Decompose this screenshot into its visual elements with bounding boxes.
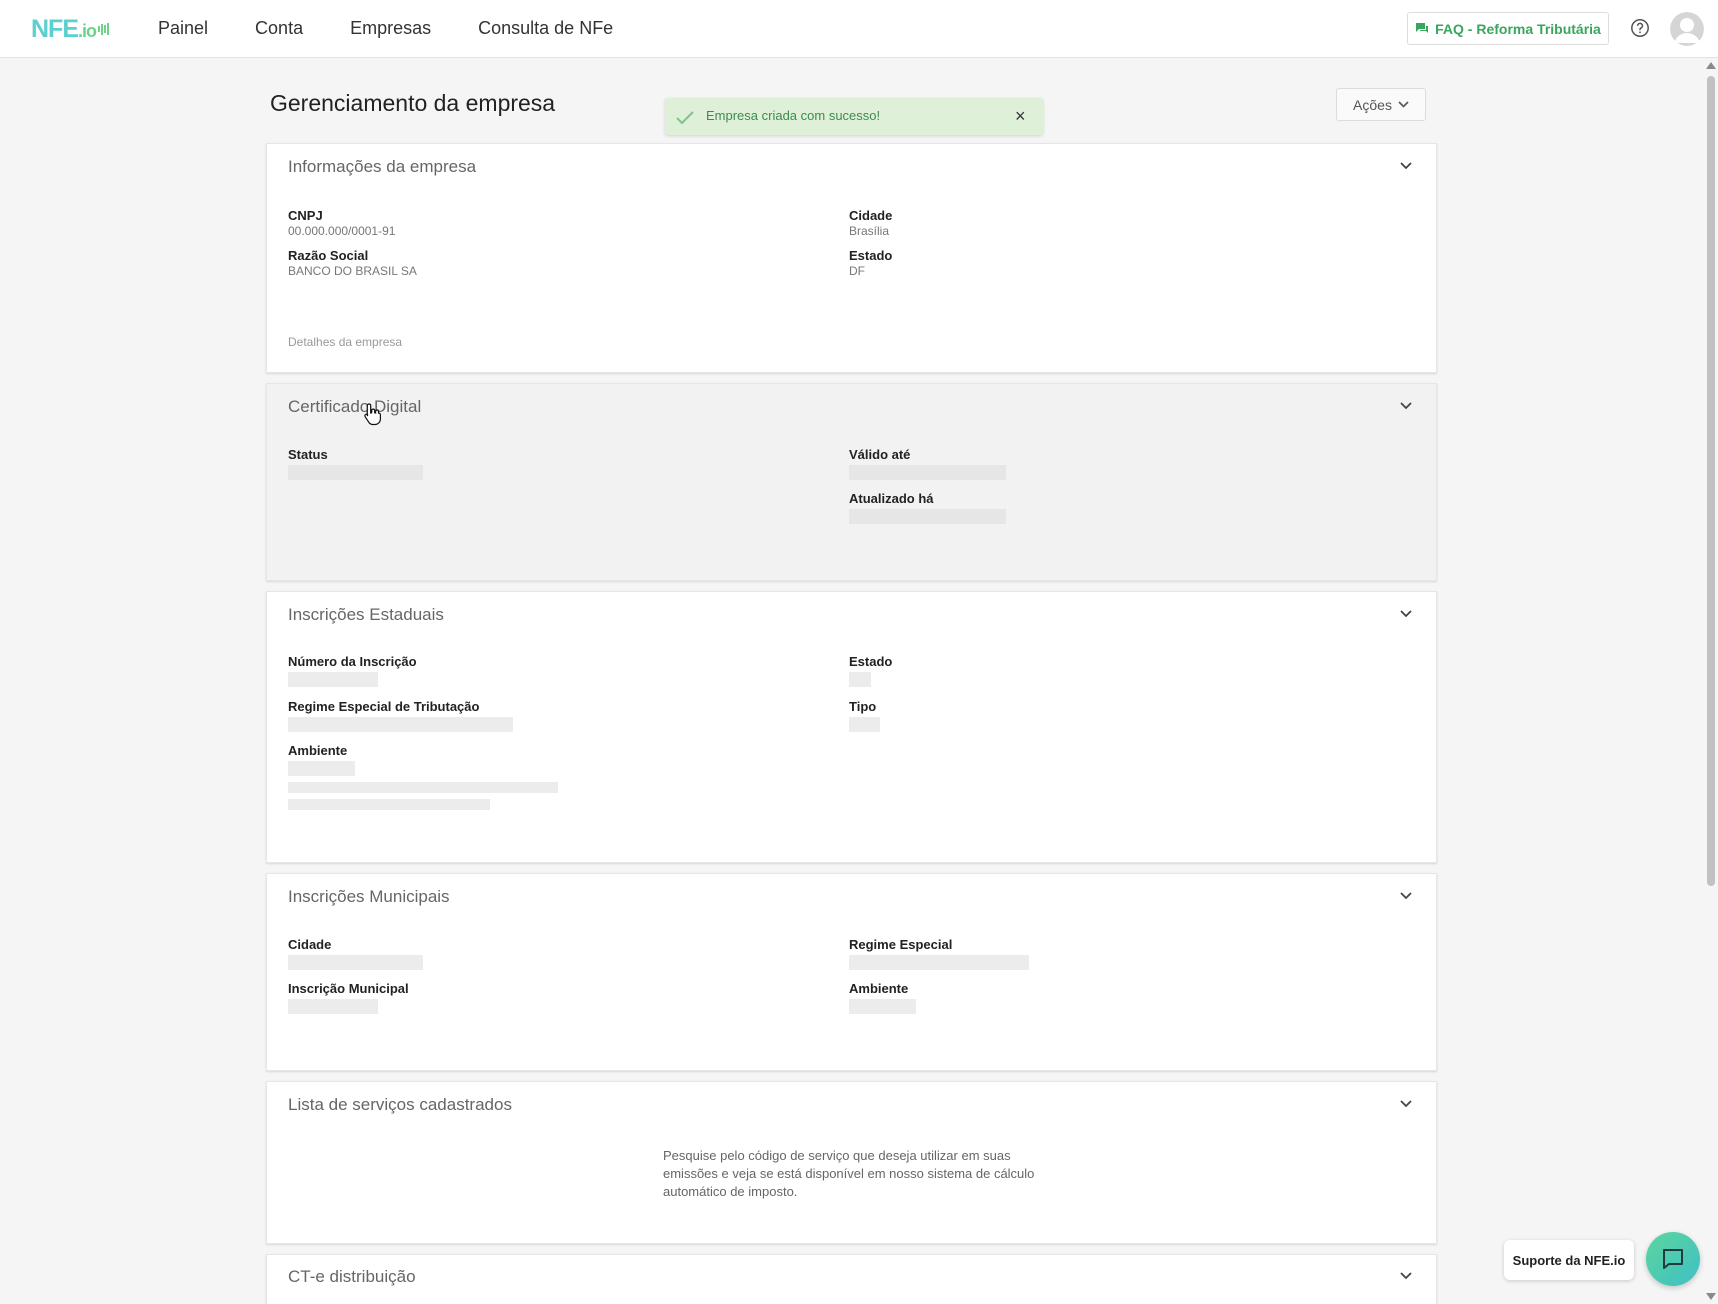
chat-bubble-icon — [1663, 1249, 1683, 1269]
registration-number-label: Número da Inscrição — [288, 654, 417, 669]
regime-label: Regime Especial de Tributação — [288, 699, 480, 714]
card-title[interactable]: Certificado Digital — [288, 397, 421, 417]
type-skeleton — [849, 717, 880, 732]
valid-until-skeleton — [849, 465, 1006, 480]
state-label: Estado — [849, 654, 893, 669]
cte-distribution-card: CT-e distribuição — [266, 1254, 1437, 1304]
logo-wave-icon — [98, 23, 109, 35]
cnpj-value: 00.000.000/0001-91 — [288, 224, 396, 238]
nav-item-consulta-nfe[interactable]: Consulta de NFe — [478, 18, 613, 39]
main-nav: Painel Conta Empresas Consulta de NFe — [158, 18, 613, 39]
chevron-down-icon[interactable] — [1399, 401, 1413, 411]
company-details-link[interactable]: Detalhes da empresa — [288, 335, 402, 349]
chevron-down-icon[interactable] — [1399, 609, 1413, 619]
services-description: Pesquise pelo código de serviço que dese… — [663, 1148, 1035, 1199]
faq-label: FAQ - Reforma Tributária — [1435, 20, 1601, 37]
chat-icon — [1416, 23, 1429, 33]
special-regime-skeleton — [849, 955, 1029, 970]
estado-label: Estado — [849, 248, 893, 263]
nav-item-painel[interactable]: Painel — [158, 18, 208, 39]
success-toast: Empresa criada com sucesso! × — [665, 98, 1043, 135]
help-circle-icon[interactable] — [1630, 18, 1650, 38]
chevron-down-icon[interactable] — [1399, 1271, 1413, 1281]
card-title[interactable]: Inscrições Municipais — [288, 887, 450, 907]
municipal-registration-skeleton — [288, 999, 378, 1014]
services-list-card: Lista de serviços cadastrados Pesquise p… — [266, 1081, 1437, 1244]
support-label[interactable]: Suporte da NFE.io — [1504, 1240, 1634, 1280]
card-title[interactable]: Informações da empresa — [288, 157, 476, 177]
special-regime-label: Regime Especial — [849, 937, 953, 952]
state-registrations-card: Inscrições Estaduais Número da Inscrição… — [266, 591, 1437, 863]
scroll-up-arrow-icon[interactable] — [1706, 62, 1716, 69]
actions-label: Ações — [1353, 96, 1392, 113]
environment-label: Ambiente — [288, 743, 348, 758]
municipal-registration-label: Inscrição Municipal — [288, 981, 409, 996]
toast-message: Empresa criada com sucesso! — [706, 108, 881, 123]
municipal-registrations-card: Inscrições Municipais Cidade Inscrição M… — [266, 873, 1437, 1071]
razao-social-label: Razão Social — [288, 248, 369, 263]
chevron-down-icon — [1398, 101, 1409, 108]
cidade-value: Brasília — [849, 224, 890, 238]
cnpj-label: CNPJ — [288, 208, 323, 223]
actions-dropdown-button[interactable]: Ações — [1336, 88, 1426, 121]
faq-reforma-button[interactable]: FAQ - Reforma Tributária — [1407, 12, 1609, 45]
nav-item-empresas[interactable]: Empresas — [350, 18, 431, 39]
top-navbar: NFE.io Painel Conta Empresas Consulta de… — [0, 0, 1718, 58]
close-icon[interactable]: × — [1015, 107, 1026, 125]
user-avatar-icon[interactable] — [1670, 12, 1704, 46]
check-icon — [676, 111, 694, 125]
city-skeleton — [288, 955, 423, 970]
type-label: Tipo — [849, 699, 877, 714]
text-skeleton — [288, 782, 558, 793]
state-skeleton — [849, 672, 871, 687]
nav-item-conta[interactable]: Conta — [255, 18, 303, 39]
cidade-label: Cidade — [849, 208, 893, 223]
company-info-card: Informações da empresa CNPJ 00.000.000/0… — [266, 143, 1437, 373]
estado-value: DF — [849, 264, 865, 278]
status-skeleton — [288, 465, 423, 480]
text-skeleton — [288, 799, 490, 810]
environment-skeleton — [849, 999, 916, 1014]
chevron-down-icon[interactable] — [1399, 1099, 1413, 1109]
support-chat-button[interactable] — [1646, 1232, 1700, 1286]
card-title[interactable]: CT-e distribuição — [288, 1267, 416, 1287]
card-title[interactable]: Lista de serviços cadastrados — [288, 1095, 512, 1115]
valid-until-label: Válido até — [849, 447, 911, 462]
nfe-logo[interactable]: NFE.io — [31, 15, 109, 43]
status-label: Status — [288, 447, 328, 462]
chevron-down-icon[interactable] — [1399, 161, 1413, 171]
city-label: Cidade — [288, 937, 332, 952]
card-title[interactable]: Inscrições Estaduais — [288, 605, 444, 625]
environment-label: Ambiente — [849, 981, 909, 996]
page-scrollbar[interactable] — [1702, 58, 1718, 1304]
regime-skeleton — [288, 717, 513, 732]
environment-skeleton — [288, 761, 355, 776]
chevron-down-icon[interactable] — [1399, 891, 1413, 901]
updated-skeleton — [849, 509, 1006, 524]
hand-cursor-icon — [364, 403, 381, 426]
razao-social-value: BANCO DO BRASIL SA — [288, 264, 417, 278]
page-title: Gerenciamento da empresa — [270, 90, 556, 116]
updated-label: Atualizado há — [849, 491, 934, 506]
scroll-thumb[interactable] — [1707, 76, 1715, 886]
registration-number-skeleton — [288, 672, 378, 687]
digital-certificate-card: Certificado Digital Status Válido até At… — [266, 383, 1437, 581]
scroll-down-arrow-icon[interactable] — [1706, 1293, 1716, 1300]
